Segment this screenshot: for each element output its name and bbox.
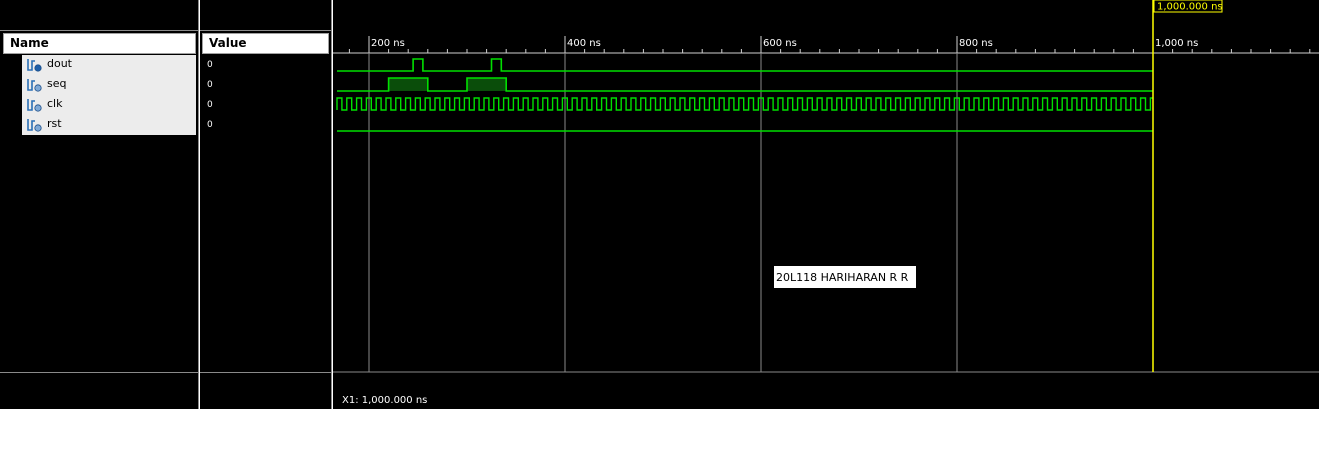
annotation-text: 20L118 HARIHARAN R R	[776, 271, 909, 284]
signal-output-icon	[27, 59, 42, 72]
signal-name-label: clk	[47, 97, 63, 110]
waveform-canvas[interactable]: 200 ns 400 ns 600 ns 800 ns 1,000 ns 1,000.00…	[333, 0, 1319, 409]
signal-name-label: rst	[47, 117, 62, 130]
ruler-tick-label: 200 ns	[371, 38, 405, 49]
value-column-header[interactable]: Value	[202, 33, 329, 54]
signal-value: 0	[207, 60, 213, 70]
signal-name-label: dout	[47, 57, 72, 70]
signal-row-rst[interactable]: rst	[22, 115, 196, 135]
ruler-tick-label: 800 ns	[959, 38, 993, 49]
names-panel: Name dout seq clk rst	[0, 0, 198, 409]
seq-high-fill	[467, 78, 507, 91]
ruler-tick-label: 400 ns	[567, 38, 601, 49]
cursor-readout: X1: 1,000.000 ns	[342, 395, 427, 406]
signal-input-icon	[27, 99, 42, 112]
seq-high-fill	[388, 78, 428, 91]
panel-divider[interactable]	[331, 0, 332, 409]
signal-row-seq[interactable]: seq	[22, 75, 196, 95]
signal-name-label: seq	[47, 77, 67, 90]
signal-value: 0	[207, 100, 213, 110]
ruler-tick-label: 600 ns	[763, 38, 797, 49]
signal-value: 0	[207, 120, 213, 130]
signal-row-clk[interactable]: clk	[22, 95, 196, 115]
waveform-clk	[336, 97, 1153, 111]
signal-input-icon	[27, 119, 42, 132]
waveform-dout	[337, 58, 1153, 72]
values-panel: Value	[200, 0, 331, 409]
signal-input-icon	[27, 79, 42, 92]
signal-row-dout[interactable]: dout	[22, 55, 196, 75]
name-column-header[interactable]: Name	[3, 33, 196, 54]
wave-window[interactable]: 200 ns 400 ns 600 ns 800 ns 1,000 ns 1,000.00…	[333, 0, 1319, 409]
waveform-seq	[337, 77, 1153, 92]
signal-value: 0	[207, 80, 213, 90]
cursor-time-label: 1,000.000 ns	[1157, 2, 1223, 13]
panel-divider[interactable]	[198, 0, 199, 409]
ruler-tick-label: 1,000 ns	[1155, 38, 1198, 49]
